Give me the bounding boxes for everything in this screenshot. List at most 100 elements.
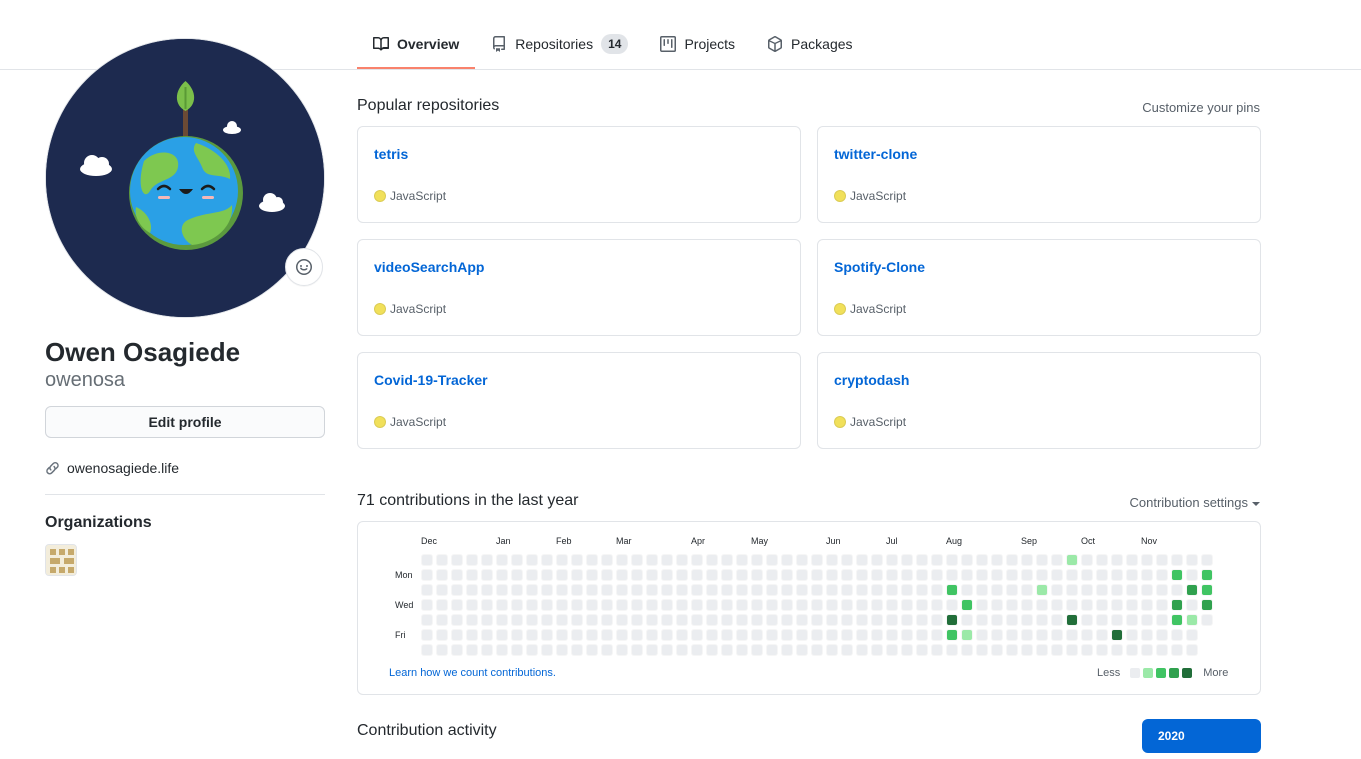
contribution-day-cell[interactable] [1141,599,1153,611]
contribution-day-cell[interactable] [541,629,553,641]
contribution-day-cell[interactable] [841,644,853,656]
contribution-day-cell[interactable] [901,554,913,566]
contribution-day-cell[interactable] [661,554,673,566]
contribution-day-cell[interactable] [1006,599,1018,611]
contribution-day-cell[interactable] [781,584,793,596]
contribution-day-cell[interactable] [646,629,658,641]
contribution-day-cell[interactable] [826,599,838,611]
organization-avatar[interactable] [45,544,77,576]
contribution-day-cell[interactable] [1186,614,1198,626]
contribution-day-cell[interactable] [646,554,658,566]
contribution-day-cell[interactable] [1126,584,1138,596]
contribution-day-cell[interactable] [466,614,478,626]
contribution-day-cell[interactable] [751,629,763,641]
contribution-day-cell[interactable] [511,629,523,641]
contribution-day-cell[interactable] [826,584,838,596]
contribution-day-cell[interactable] [571,584,583,596]
contribution-day-cell[interactable] [631,599,643,611]
contribution-day-cell[interactable] [511,554,523,566]
contribution-day-cell[interactable] [1051,554,1063,566]
contribution-day-cell[interactable] [766,584,778,596]
contribution-day-cell[interactable] [856,569,868,581]
tab-packages[interactable]: Packages [751,20,868,68]
contribution-day-cell[interactable] [661,614,673,626]
contribution-day-cell[interactable] [541,569,553,581]
contribution-day-cell[interactable] [511,614,523,626]
contribution-day-cell[interactable] [1051,614,1063,626]
repo-link[interactable]: tetris [374,146,408,162]
contribution-day-cell[interactable] [436,554,448,566]
contribution-day-cell[interactable] [871,569,883,581]
contribution-day-cell[interactable] [946,644,958,656]
contribution-day-cell[interactable] [496,599,508,611]
contribution-day-cell[interactable] [421,644,433,656]
contribution-day-cell[interactable] [1066,584,1078,596]
year-2020-button[interactable]: 2020 [1142,719,1261,753]
repo-link[interactable]: cryptodash [834,372,909,388]
contribution-day-cell[interactable] [721,599,733,611]
contribution-day-cell[interactable] [1156,599,1168,611]
contribution-day-cell[interactable] [751,569,763,581]
contribution-day-cell[interactable] [736,614,748,626]
contribution-day-cell[interactable] [421,584,433,596]
contribution-day-cell[interactable] [511,569,523,581]
contribution-day-cell[interactable] [436,599,448,611]
contribution-day-cell[interactable] [556,569,568,581]
contribution-day-cell[interactable] [616,629,628,641]
contribution-day-cell[interactable] [436,629,448,641]
contribution-day-cell[interactable] [706,629,718,641]
contribution-day-cell[interactable] [1186,584,1198,596]
contribution-day-cell[interactable] [841,629,853,641]
contribution-day-cell[interactable] [991,644,1003,656]
contribution-day-cell[interactable] [961,614,973,626]
contribution-day-cell[interactable] [1081,644,1093,656]
profile-avatar[interactable] [45,38,325,318]
contribution-day-cell[interactable] [661,569,673,581]
contribution-day-cell[interactable] [946,629,958,641]
contribution-day-cell[interactable] [1156,554,1168,566]
contribution-day-cell[interactable] [586,569,598,581]
contribution-day-cell[interactable] [1051,584,1063,596]
contribution-day-cell[interactable] [601,599,613,611]
contribution-day-cell[interactable] [1081,629,1093,641]
contribution-day-cell[interactable] [436,584,448,596]
contribution-day-cell[interactable] [1021,644,1033,656]
contribution-day-cell[interactable] [841,599,853,611]
contribution-day-cell[interactable] [1051,644,1063,656]
contribution-day-cell[interactable] [961,629,973,641]
contribution-day-cell[interactable] [1066,629,1078,641]
contribution-day-cell[interactable] [1096,554,1108,566]
contribution-day-cell[interactable] [751,614,763,626]
contribution-day-cell[interactable] [811,584,823,596]
contribution-day-cell[interactable] [976,554,988,566]
contribution-day-cell[interactable] [946,599,958,611]
contribution-day-cell[interactable] [1021,584,1033,596]
contribution-day-cell[interactable] [826,614,838,626]
contribution-day-cell[interactable] [631,554,643,566]
contribution-day-cell[interactable] [886,599,898,611]
tab-projects[interactable]: Projects [644,20,751,68]
contribution-day-cell[interactable] [691,554,703,566]
contribution-day-cell[interactable] [871,629,883,641]
contribution-day-cell[interactable] [811,569,823,581]
contribution-day-cell[interactable] [526,569,538,581]
contribution-day-cell[interactable] [736,584,748,596]
contribution-day-cell[interactable] [841,554,853,566]
contribution-day-cell[interactable] [811,629,823,641]
contribution-day-cell[interactable] [811,599,823,611]
tab-repositories[interactable]: Repositories 14 [475,20,644,68]
contribution-day-cell[interactable] [1156,614,1168,626]
contribution-day-cell[interactable] [976,584,988,596]
contribution-day-cell[interactable] [931,554,943,566]
contribution-day-cell[interactable] [1171,599,1183,611]
contribution-day-cell[interactable] [1096,614,1108,626]
contribution-day-cell[interactable] [451,644,463,656]
contribution-day-cell[interactable] [571,614,583,626]
contribution-day-cell[interactable] [1081,554,1093,566]
contribution-day-cell[interactable] [1066,644,1078,656]
contribution-day-cell[interactable] [1006,629,1018,641]
contribution-day-cell[interactable] [691,584,703,596]
contribution-day-cell[interactable] [421,569,433,581]
contribution-day-cell[interactable] [1096,644,1108,656]
contribution-day-cell[interactable] [601,554,613,566]
